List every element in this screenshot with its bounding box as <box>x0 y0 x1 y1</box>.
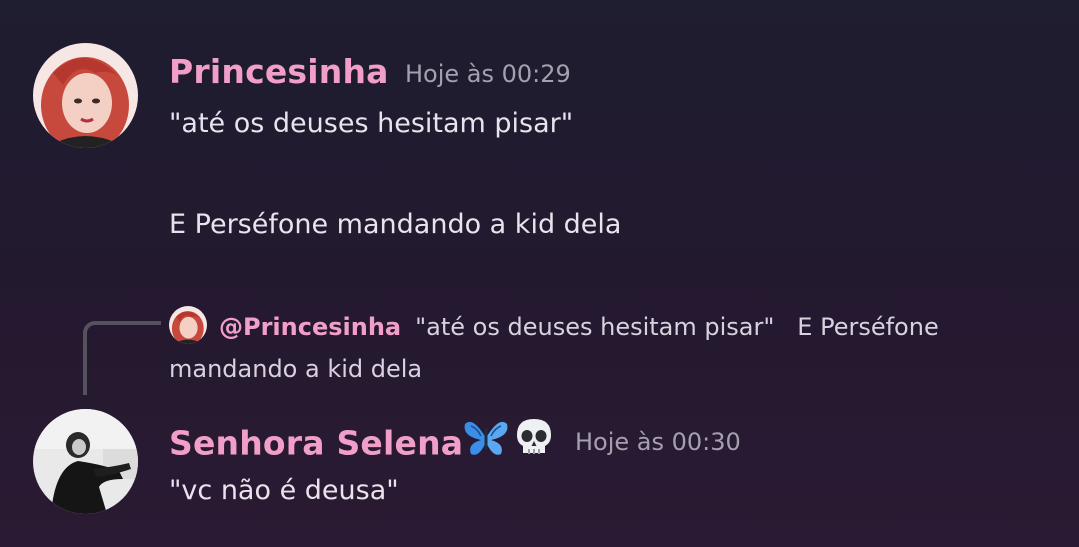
avatar-senhora-selena[interactable] <box>33 409 138 514</box>
message-author[interactable]: Senhora Selena <box>169 417 555 470</box>
redhead-woman-avatar-icon <box>33 43 138 148</box>
message-timestamp: Hoje às 00:29 <box>405 60 571 88</box>
butterfly-emoji-icon <box>463 418 509 466</box>
redhead-woman-avatar-icon <box>169 306 207 344</box>
reply-avatar <box>169 306 207 344</box>
message-timestamp: Hoje às 00:30 <box>575 428 741 456</box>
message-text-line: E Perséfone mandando a kid dela <box>169 209 622 240</box>
grayscale-photo-avatar-icon <box>33 409 138 514</box>
author-name: Senhora Selena <box>169 423 464 463</box>
reply-connector-line <box>83 321 161 395</box>
message-text-line: "até os deuses hesitam pisar" <box>169 108 574 139</box>
message-text-line: "vc não é deusa" <box>169 475 399 506</box>
skull-emoji-icon <box>513 417 555 467</box>
reply-preview[interactable]: @Princesinha "até os deuses hesitam pisar… <box>169 306 1049 390</box>
reply-mention[interactable]: @Princesinha <box>219 313 401 341</box>
avatar-princesinha[interactable] <box>33 43 138 148</box>
message-author[interactable]: Princesinha <box>169 52 389 91</box>
